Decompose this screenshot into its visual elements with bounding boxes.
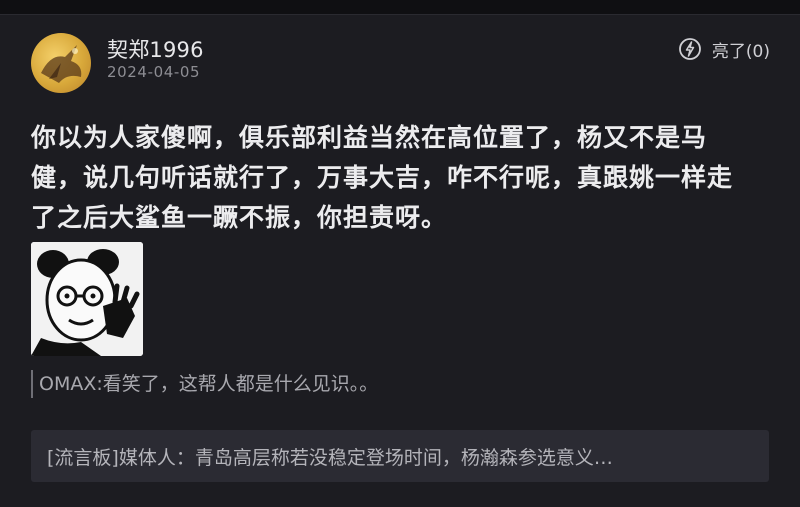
post-date: 2024-04-05 xyxy=(107,63,201,81)
top-bar xyxy=(0,0,800,15)
meme-image[interactable] xyxy=(31,242,143,356)
comment-line: 了之后大鲨鱼一蹶不振，你担责呀。 xyxy=(31,203,448,232)
like-count-label: 亮了(0) xyxy=(711,41,770,62)
lightbulb-icon xyxy=(678,37,702,61)
like-button[interactable]: 亮了(0) xyxy=(678,36,770,62)
comment-line: 你以为人家傻啊，俱乐部利益当然在高位置了，杨又不是马 xyxy=(31,123,708,152)
related-news-link[interactable]: [流言板]媒体人：青岛高层称若没稳定登场时间，杨瀚森参选意义… xyxy=(31,430,769,482)
comment-line: 健，说几句听话就行了，万事大吉，咋不行呢，真跟姚一样走 xyxy=(31,163,734,192)
avatar-image xyxy=(41,45,82,83)
quoted-reply: OMAX:看笑了，这帮人都是什么见识。。 xyxy=(31,370,378,398)
username[interactable]: 契郑1996 xyxy=(107,34,204,64)
user-avatar[interactable] xyxy=(31,33,91,93)
comment-body: 你以为人家傻啊，俱乐部利益当然在高位置了，杨又不是马 健，说几句听话就行了，万事… xyxy=(31,118,751,238)
